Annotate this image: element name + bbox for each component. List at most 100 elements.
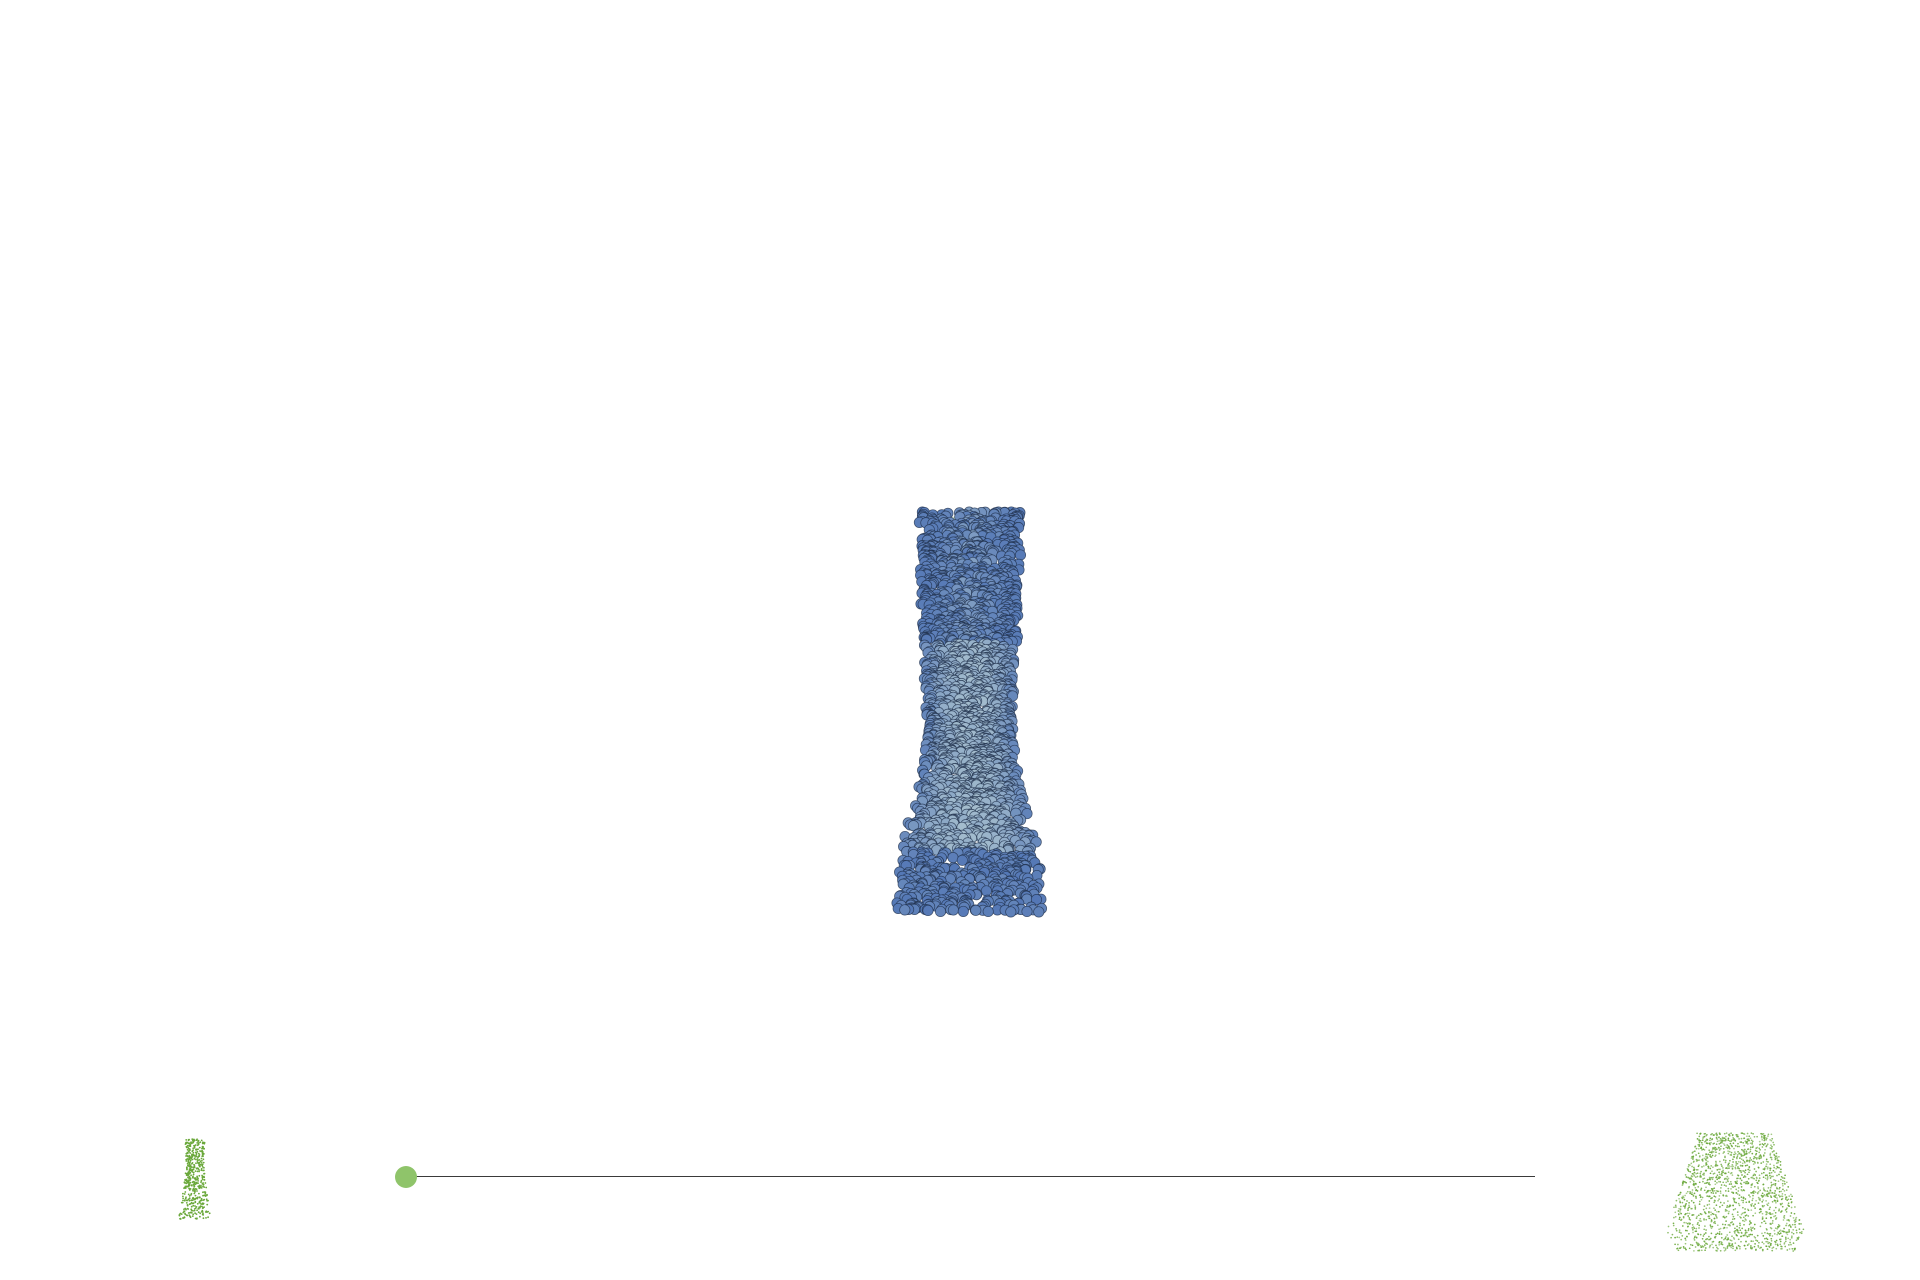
thumbnail-point	[1727, 1139, 1730, 1141]
thumbnail-point	[1689, 1164, 1691, 1166]
thumbnail-point	[1749, 1157, 1752, 1159]
thumbnail-point	[1692, 1180, 1695, 1183]
thumbnail-point	[187, 1212, 190, 1214]
thumbnail-point	[1762, 1242, 1765, 1245]
thumbnail-point	[1699, 1233, 1702, 1236]
main-viewport[interactable]	[0, 0, 1920, 1000]
thumbnail-point	[190, 1199, 193, 1202]
thumbnail-point	[1769, 1186, 1772, 1189]
thumbnail-point	[1773, 1192, 1776, 1195]
thumbnail-point	[1781, 1202, 1784, 1205]
slider-track[interactable]	[407, 1176, 1535, 1177]
thumbnail-point	[1730, 1144, 1733, 1147]
thumbnail-point	[1749, 1142, 1752, 1145]
thumbnail-point	[1769, 1223, 1772, 1225]
thumbnail-point	[1767, 1233, 1770, 1235]
thumbnail-point	[1712, 1151, 1715, 1153]
thumbnail-point	[1717, 1199, 1719, 1202]
thumbnail-point	[1779, 1229, 1782, 1232]
thumbnail-point	[208, 1212, 211, 1215]
thumbnail-point	[1769, 1169, 1772, 1171]
thumbnail-point	[1765, 1240, 1768, 1243]
thumbnail-point	[1725, 1235, 1727, 1238]
thumbnail-point	[1740, 1137, 1743, 1140]
thumbnail-point	[1751, 1152, 1754, 1155]
thumbnail-point	[190, 1142, 193, 1145]
thumbnail-point	[1781, 1193, 1784, 1195]
thumbnail-point	[1717, 1136, 1720, 1139]
thumbnail-point	[1752, 1194, 1754, 1197]
thumbnail-point	[1780, 1190, 1783, 1193]
thumbnail-point	[1769, 1189, 1772, 1192]
thumbnail-point	[1722, 1194, 1725, 1196]
thumbnail-point	[1775, 1247, 1778, 1250]
thumbnail-point	[1691, 1165, 1693, 1168]
thumbnail-point	[1738, 1167, 1741, 1170]
thumbnail-point	[1691, 1214, 1694, 1216]
thumbnail-point	[1708, 1211, 1710, 1214]
thumbnail-point	[1692, 1158, 1694, 1160]
thumbnail-point	[1691, 1175, 1694, 1178]
thumbnail-point	[1775, 1194, 1778, 1196]
thumbnail-point	[1690, 1157, 1693, 1159]
thumbnail-point	[1703, 1149, 1706, 1151]
vase-point	[982, 905, 994, 918]
thumbnail-point	[1767, 1195, 1769, 1198]
thumbnail-point	[1770, 1242, 1772, 1245]
thumbnail-point	[1733, 1147, 1735, 1150]
thumbnail-point	[1701, 1246, 1703, 1248]
thumbnail-point	[1774, 1156, 1776, 1159]
thumbnail-point	[1762, 1235, 1765, 1237]
slider-handle[interactable]	[395, 1166, 417, 1188]
thumbnail-point	[1718, 1152, 1721, 1155]
thumbnail-point	[1776, 1157, 1778, 1159]
thumbnail-point	[1694, 1176, 1697, 1178]
thumbnail-point	[205, 1210, 208, 1213]
thumbnail-point	[192, 1213, 195, 1216]
thumbnail-point	[197, 1152, 200, 1155]
thumbnail-point	[1691, 1244, 1694, 1247]
thumbnail-point	[1756, 1135, 1758, 1138]
thumbnail-point	[1722, 1152, 1725, 1155]
thumbnail-point	[180, 1213, 183, 1215]
thumbnail-point	[189, 1215, 191, 1217]
thumbnail-point	[1756, 1191, 1759, 1194]
thumbnail-point	[1782, 1230, 1785, 1233]
thumbnail-point	[1763, 1167, 1766, 1170]
thumbnail-point	[197, 1139, 200, 1142]
thumbnail-point	[1725, 1215, 1728, 1218]
thumbnail-point	[1728, 1162, 1730, 1165]
thumbnail-point	[186, 1180, 188, 1183]
end-shape-thumbnail[interactable]	[1655, 1125, 1815, 1265]
thumbnail-point	[1721, 1141, 1724, 1144]
thumbnail-point	[1711, 1170, 1713, 1173]
thumbnail-point	[1752, 1163, 1755, 1165]
thumbnail-point	[1732, 1137, 1735, 1139]
thumbnail-point	[1689, 1181, 1692, 1183]
thumbnail-point	[194, 1194, 197, 1197]
thumbnail-point	[203, 1172, 206, 1175]
thumbnail-point	[1734, 1242, 1737, 1244]
thumbnail-point	[1743, 1144, 1746, 1147]
thumbnail-point	[1678, 1197, 1680, 1200]
thumbnail-point	[1790, 1226, 1792, 1228]
thumbnail-point	[1758, 1241, 1760, 1244]
thumbnail-point	[194, 1170, 197, 1172]
thumbnail-point	[1706, 1190, 1709, 1193]
thumbnail-point	[1698, 1145, 1701, 1147]
thumbnail-point	[1712, 1134, 1715, 1136]
thumbnail-point	[1695, 1160, 1698, 1162]
thumbnail-point	[1678, 1229, 1681, 1231]
start-shape-thumbnail[interactable]	[160, 1135, 230, 1270]
thumbnail-point	[1723, 1178, 1726, 1180]
thumbnail-point	[194, 1201, 197, 1204]
thumbnail-point	[1765, 1200, 1767, 1202]
thumbnail-point	[1746, 1235, 1749, 1238]
thumbnail-point	[1764, 1148, 1766, 1151]
thumbnail-point	[1769, 1195, 1772, 1197]
thumbnail-point	[199, 1199, 202, 1202]
interpolation-slider[interactable]	[395, 1162, 1535, 1192]
thumbnail-point	[193, 1185, 196, 1188]
thumbnail-point	[1760, 1172, 1763, 1175]
thumbnail-point	[1741, 1227, 1744, 1230]
